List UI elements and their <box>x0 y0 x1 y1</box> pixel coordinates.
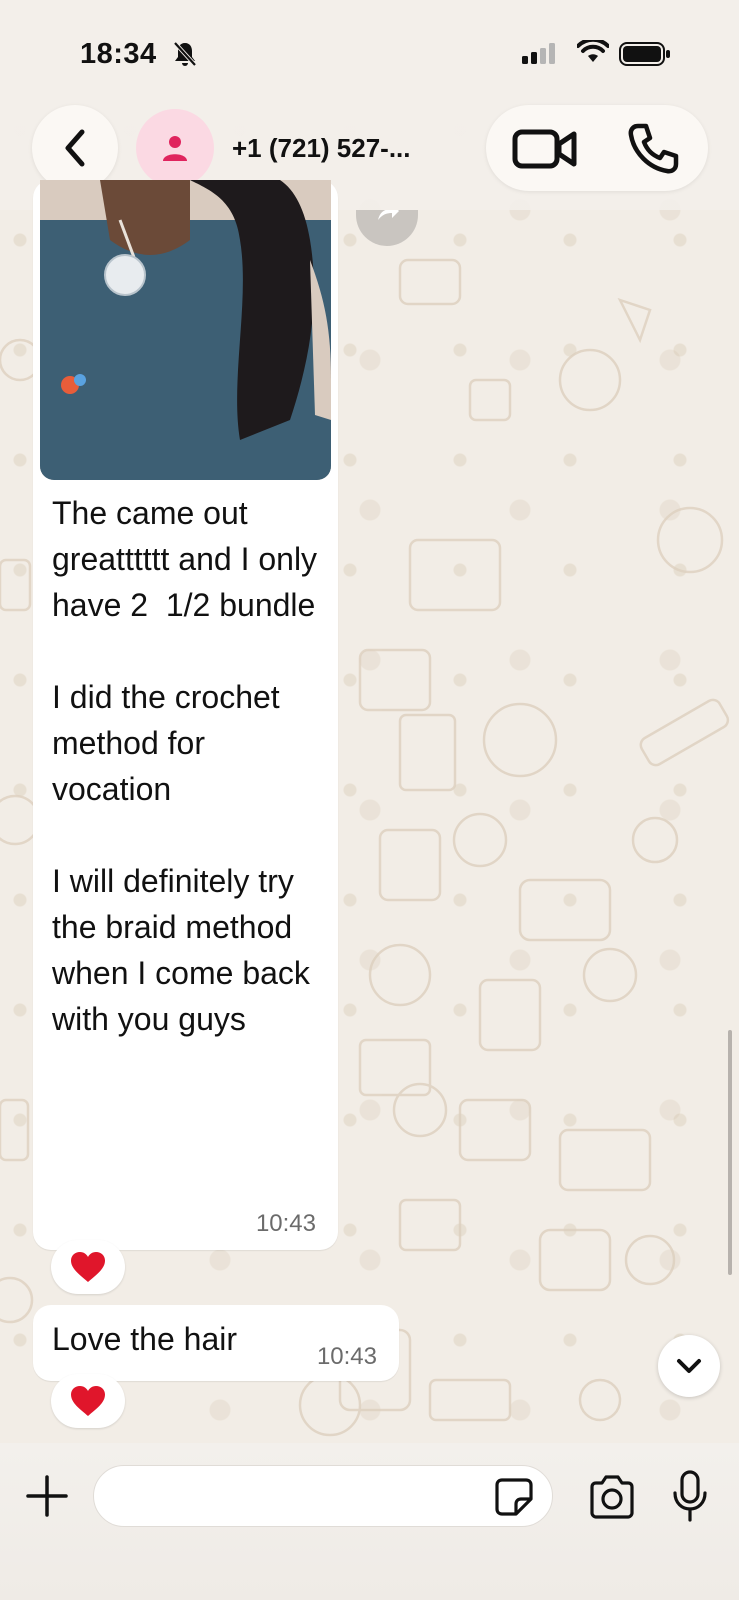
heart-icon <box>71 1252 105 1282</box>
heart-reaction[interactable] <box>51 1240 125 1294</box>
heart-icon <box>71 1386 105 1416</box>
status-bar: 18:34 <box>0 0 739 100</box>
battery-icon <box>619 42 670 66</box>
message-input[interactable] <box>93 1465 553 1527</box>
message-bubble-image[interactable]: The came out greatttttt and I only have … <box>33 180 338 1250</box>
person-icon <box>163 136 187 161</box>
input-bar <box>0 1443 739 1600</box>
photo-content <box>40 180 331 480</box>
microphone-icon[interactable] <box>672 1469 708 1523</box>
chevron-down-icon <box>677 1359 701 1373</box>
message-text: Love the hair <box>52 1321 238 1357</box>
message-time: 10:43 <box>255 1210 316 1237</box>
avatar[interactable] <box>136 109 214 187</box>
heart-reaction[interactable] <box>51 1374 125 1428</box>
signal-icon <box>522 43 555 64</box>
contact-name[interactable]: +1 (721) 527-... <box>232 133 411 164</box>
message-bubble-text[interactable]: Love the hair 10:43 <box>33 1305 399 1381</box>
message-text: The came out greatttttt and I only have … <box>52 495 318 1037</box>
camera-icon[interactable] <box>588 1475 636 1519</box>
scrollbar[interactable] <box>728 1030 732 1275</box>
video-camera-icon[interactable] <box>512 127 578 171</box>
plus-icon[interactable] <box>24 1473 70 1519</box>
phone-icon[interactable] <box>626 122 680 176</box>
sticker-icon[interactable] <box>494 1477 534 1517</box>
contact-info-button[interactable]: +1 (721) 527-... <box>134 105 464 191</box>
status-time: 18:34 <box>80 38 157 70</box>
bell-slash-icon <box>173 41 197 67</box>
message-time: 10:43 <box>316 1343 377 1370</box>
message-photo[interactable] <box>40 180 331 480</box>
call-actions <box>486 105 708 191</box>
wifi-icon <box>577 40 609 62</box>
scroll-to-bottom-button[interactable] <box>658 1335 720 1397</box>
chevron-left-icon <box>65 129 85 167</box>
back-button[interactable] <box>32 105 118 191</box>
